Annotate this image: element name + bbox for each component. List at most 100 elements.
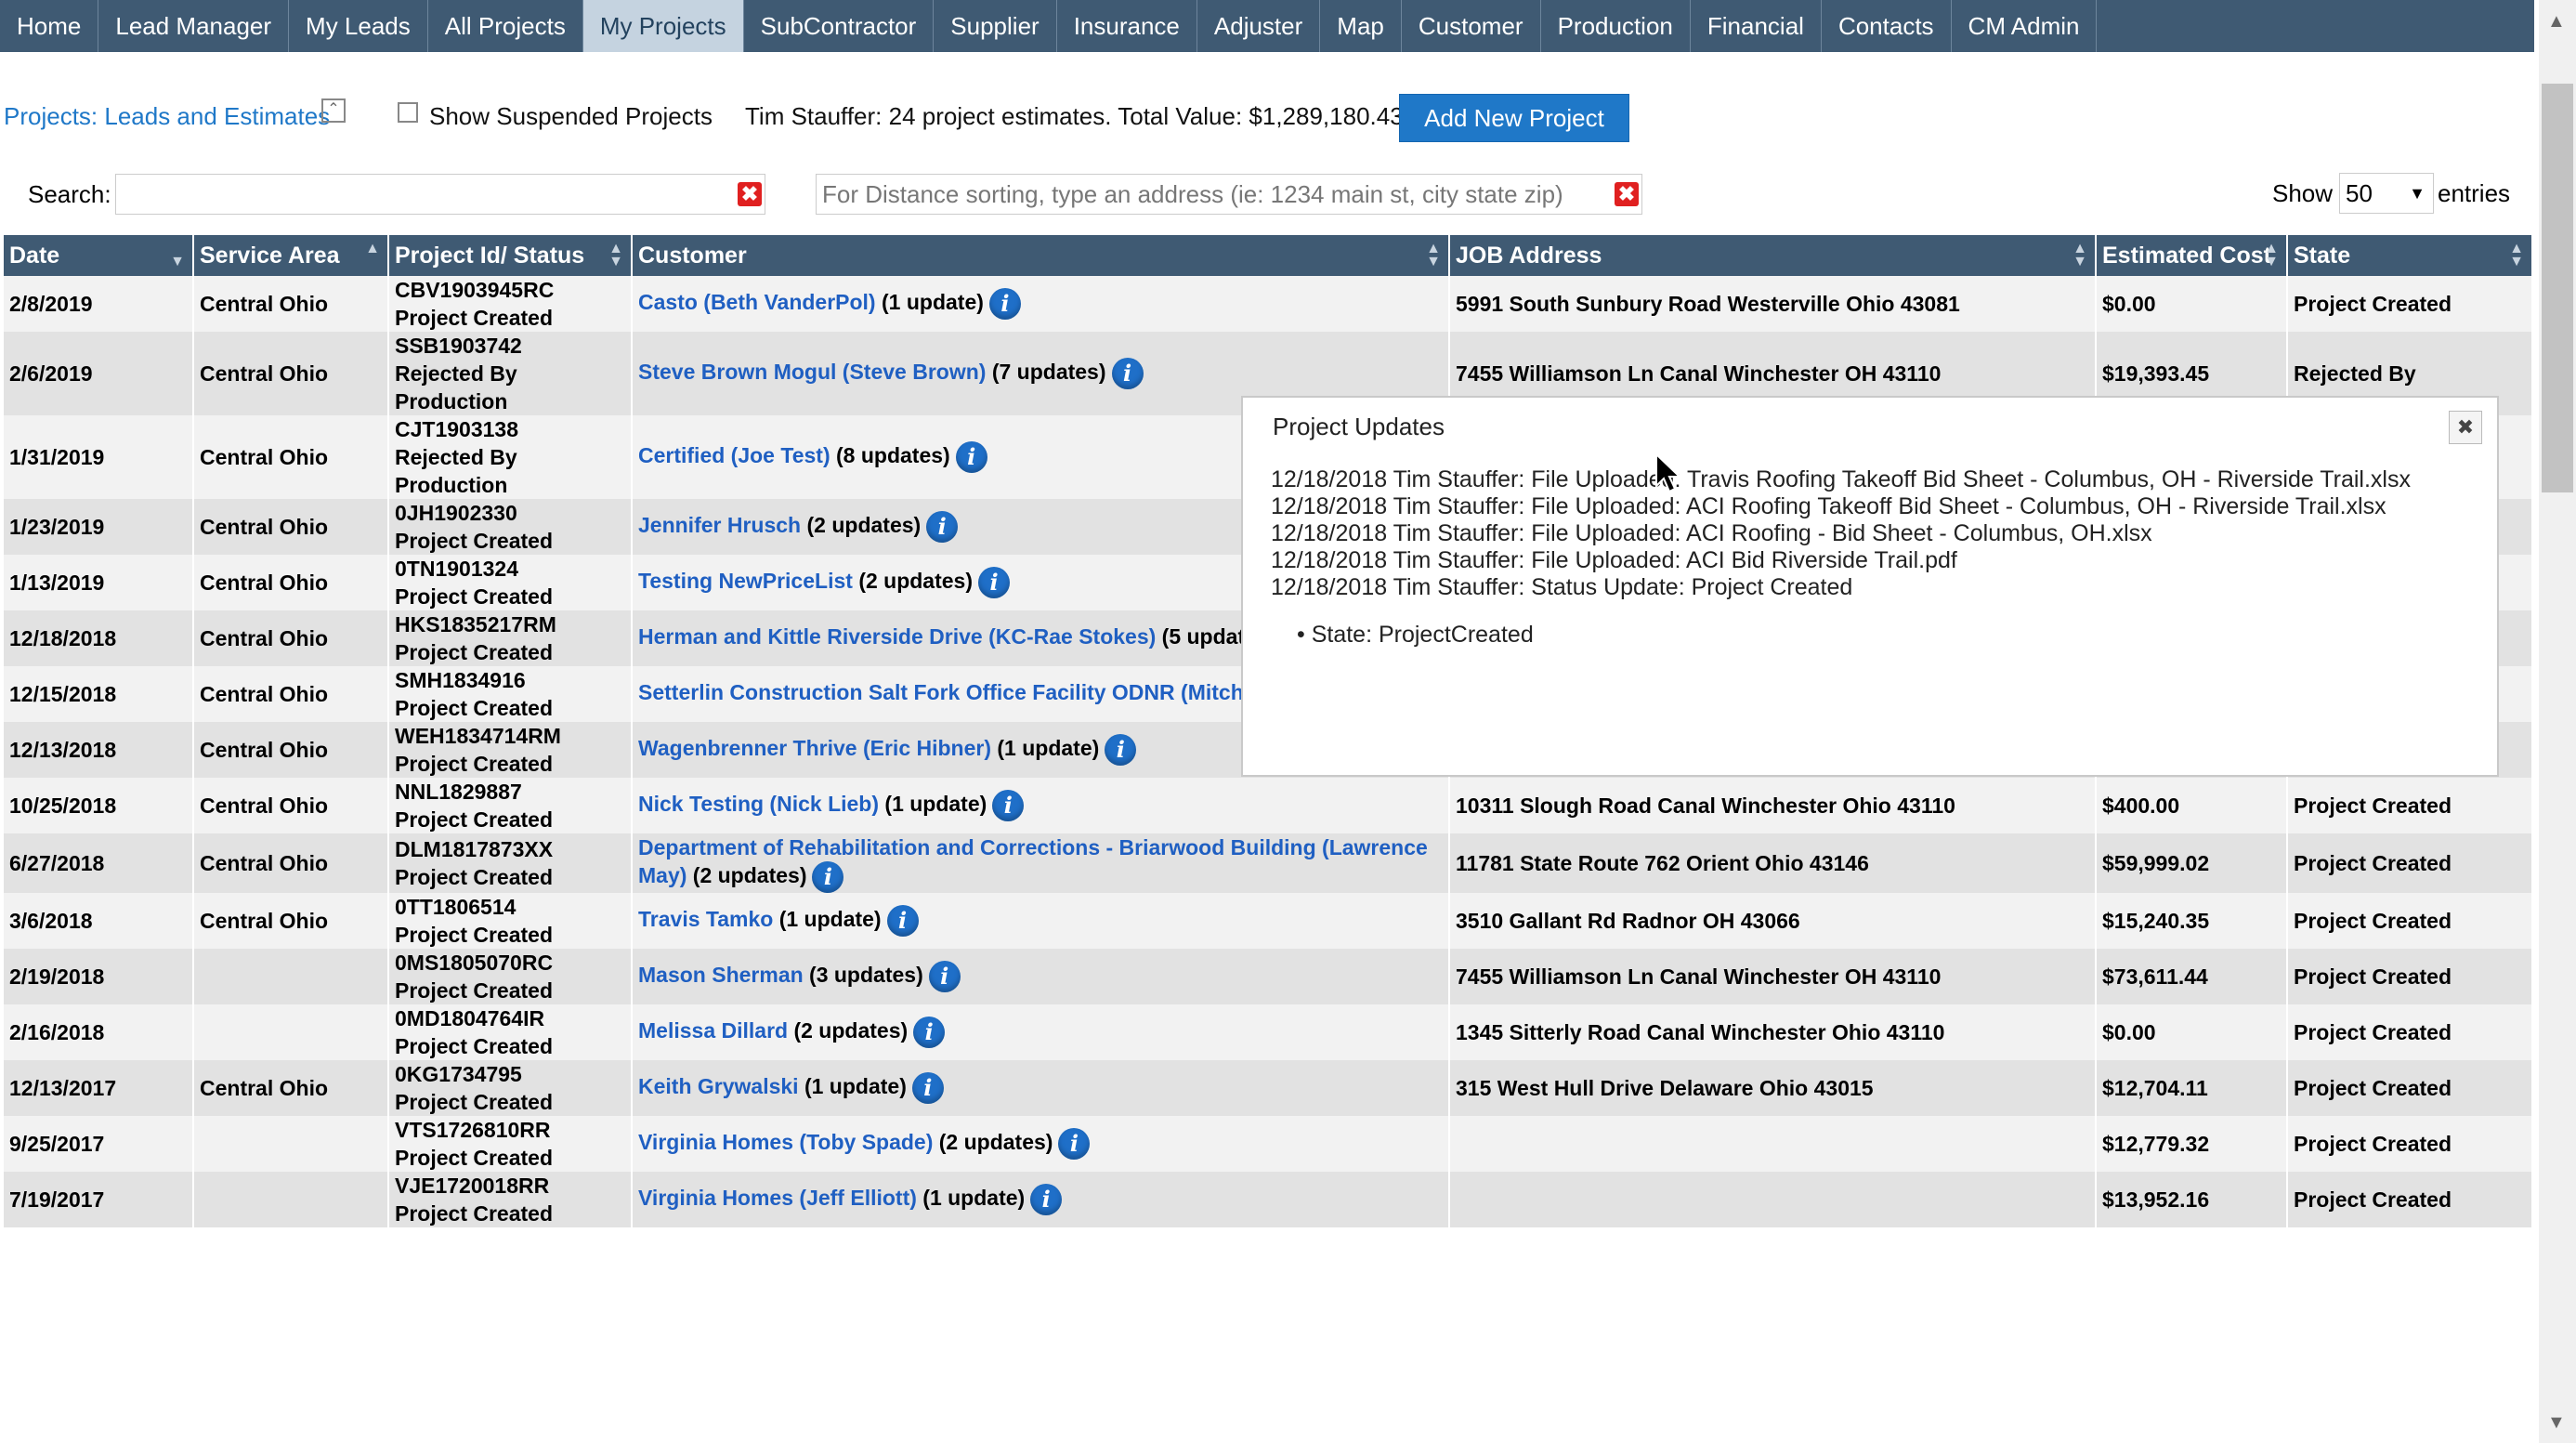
close-icon[interactable]: ✖ bbox=[2449, 411, 2482, 444]
update-count: (7 updates) bbox=[991, 360, 1106, 385]
info-icon[interactable]: i bbox=[913, 1017, 946, 1048]
column-header-job-address[interactable]: JOB Address ▲ ▼ bbox=[1449, 235, 2097, 276]
service-area-cell: Central Ohio bbox=[193, 415, 389, 499]
info-icon[interactable]: i bbox=[886, 905, 919, 937]
service-area-cell bbox=[193, 1172, 389, 1227]
table-row[interactable]: 2/16/2018 0MD1804764IR Project Created Meli… bbox=[4, 1004, 2533, 1060]
customer-link[interactable]: Keith Grywalski bbox=[638, 1074, 799, 1098]
column-header-service-area[interactable]: Service Area ▲ bbox=[193, 235, 389, 276]
update-entry: 12/18/2018 Tim Stauffer: File Uploaded: … bbox=[1271, 466, 2411, 492]
projects-leads-link[interactable]: Projects: Leads and Estimates bbox=[4, 102, 330, 131]
job-address-cell: 7455 Williamson Ln Canal Winchester OH 4… bbox=[1449, 949, 2097, 1004]
nav-item-my-projects[interactable]: My Projects bbox=[582, 0, 744, 52]
column-header-customer[interactable]: Customer ▲ ▼ bbox=[632, 235, 1450, 276]
info-icon[interactable]: i bbox=[812, 861, 844, 893]
project-id-cell: 0KG1734795 Project Created bbox=[388, 1060, 633, 1116]
nav-item-contacts[interactable]: Contacts bbox=[1822, 0, 1952, 52]
info-icon[interactable]: i bbox=[1111, 358, 1144, 389]
project-updates-dialog: Project Updates ✖ 12/18/2018 Tim Stauffe… bbox=[1241, 396, 2499, 777]
scroll-down-arrow-icon[interactable]: ▼ bbox=[2547, 1412, 2566, 1434]
customer-link[interactable]: Melissa Dillard bbox=[638, 1018, 788, 1043]
search-input[interactable] bbox=[115, 174, 765, 215]
customer-link[interactable]: Certified (Joe Test) bbox=[638, 443, 830, 467]
nav-item-customer[interactable]: Customer bbox=[1402, 0, 1541, 52]
sort-arrows-icon: ▲ ▼ bbox=[2264, 241, 2279, 269]
distance-address-input[interactable]: For Distance sorting, type an address (i… bbox=[816, 174, 1642, 215]
scroll-up-arrow-icon[interactable]: ▲ bbox=[2547, 11, 2566, 33]
nav-item-adjuster[interactable]: Adjuster bbox=[1197, 0, 1321, 52]
table-row[interactable]: 3/6/2018 Central Ohio 0TT1806514 Project Cr… bbox=[4, 893, 2533, 949]
nav-item-production[interactable]: Production bbox=[1541, 0, 1691, 52]
info-icon[interactable]: i bbox=[978, 567, 1010, 598]
project-id: CJT1903138 bbox=[395, 417, 518, 441]
project-id-cell: 0MS1805070RC Project Created bbox=[388, 949, 633, 1004]
table-row[interactable]: 9/25/2017 VTS1726810RR Project Created Virg… bbox=[4, 1116, 2533, 1172]
info-icon[interactable]: i bbox=[911, 1072, 944, 1104]
project-id-cell: VJE1720018RR Project Created bbox=[388, 1172, 633, 1227]
clear-search-icon[interactable]: ✖ bbox=[738, 182, 762, 206]
customer-link[interactable]: Herman and Kittle Riverside Drive (KC-Ra… bbox=[638, 624, 1156, 649]
info-icon[interactable]: i bbox=[926, 511, 959, 543]
entries-per-page-select[interactable]: 50 ▼ bbox=[2339, 173, 2434, 214]
nav-item-cm-admin[interactable]: CM Admin bbox=[1952, 0, 2098, 52]
nav-item-financial[interactable]: Financial bbox=[1691, 0, 1822, 52]
column-header-project-id-status[interactable]: Project Id/ Status ▲ ▼ bbox=[388, 235, 633, 276]
column-header-estimated-cost[interactable]: Estimated Cost ▲ ▼ bbox=[2096, 235, 2288, 276]
state-bullet: State: ProjectCreated bbox=[1312, 622, 2411, 649]
info-icon[interactable]: i bbox=[955, 441, 987, 473]
customer-link[interactable]: Setterlin Construction Salt Fork Office … bbox=[638, 680, 1244, 704]
info-icon[interactable]: i bbox=[992, 790, 1025, 821]
customer-link[interactable]: Travis Tamko bbox=[638, 907, 773, 931]
table-row[interactable]: 7/19/2017 VJE1720018RR Project Created Virg… bbox=[4, 1172, 2533, 1227]
nav-item-subcontractor[interactable]: SubContractor bbox=[744, 0, 935, 52]
add-new-project-button[interactable]: Add New Project bbox=[1399, 94, 1629, 142]
customer-cell: Travis Tamko (1 update) i bbox=[632, 893, 1450, 949]
table-row[interactable]: 12/13/2017 Central Ohio 0KG1734795 Project … bbox=[4, 1060, 2533, 1116]
estimated-cost-cell: $15,240.35 bbox=[2096, 893, 2288, 949]
update-count: (1 update) bbox=[778, 907, 882, 932]
customer-link[interactable]: Mason Sherman bbox=[638, 963, 804, 987]
customer-link[interactable]: Wagenbrenner Thrive (Eric Hibner) bbox=[638, 736, 991, 760]
customer-link[interactable]: Virginia Homes (Jeff Elliott) bbox=[638, 1186, 917, 1210]
project-id-cell: DLM1817873XX Project Created bbox=[388, 833, 633, 893]
nav-item-home[interactable]: Home bbox=[0, 0, 99, 52]
info-icon[interactable]: i bbox=[1058, 1128, 1091, 1160]
chevron-down-icon: ▼ bbox=[2409, 184, 2426, 203]
customer-link[interactable]: Steve Brown Mogul (Steve Brown) bbox=[638, 360, 986, 384]
mouse-cursor-icon bbox=[1655, 453, 1682, 493]
column-header-date[interactable]: Date ▼ bbox=[4, 235, 194, 276]
show-suspended-checkbox[interactable] bbox=[398, 102, 418, 123]
nav-item-all-projects[interactable]: All Projects bbox=[428, 0, 583, 52]
nav-item-insurance[interactable]: Insurance bbox=[1057, 0, 1197, 52]
customer-cell: Keith Grywalski (1 update) i bbox=[632, 1060, 1450, 1116]
customer-link[interactable]: Casto (Beth VanderPol) bbox=[638, 290, 876, 314]
project-status: Project Created bbox=[395, 306, 554, 330]
clear-address-icon[interactable]: ✖ bbox=[1615, 182, 1639, 206]
customer-link[interactable]: Testing NewPriceList bbox=[638, 569, 853, 593]
info-icon[interactable]: i bbox=[1105, 734, 1137, 766]
info-icon[interactable]: i bbox=[1030, 1184, 1063, 1215]
customer-link[interactable]: Nick Testing (Nick Lieb) bbox=[638, 792, 879, 816]
column-header-state[interactable]: State ▲ ▼ bbox=[2287, 235, 2533, 276]
service-area-cell: Central Ohio bbox=[193, 276, 389, 332]
nav-item-lead-manager[interactable]: Lead Manager bbox=[98, 0, 290, 52]
customer-link[interactable]: Jennifer Hrusch bbox=[638, 513, 801, 537]
table-row[interactable]: 2/8/2019 Central Ohio CBV1903945RC Project … bbox=[4, 276, 2533, 332]
update-count: (1 update) bbox=[884, 792, 987, 817]
nav-item-supplier[interactable]: Supplier bbox=[934, 0, 1057, 52]
info-icon[interactable]: i bbox=[988, 288, 1021, 320]
customer-link[interactable]: Virginia Homes (Toby Spade) bbox=[638, 1130, 933, 1154]
job-address-cell: 5991 South Sunbury Road Westerville Ohio… bbox=[1449, 276, 2097, 332]
project-id-cell: HKS1835217RM Project Created bbox=[388, 610, 633, 666]
table-row[interactable]: 6/27/2018 Central Ohio DLM1817873XX Project… bbox=[4, 833, 2533, 893]
nav-item-map[interactable]: Map bbox=[1320, 0, 1402, 52]
service-area-cell: Central Ohio bbox=[193, 778, 389, 833]
scroll-thumb[interactable] bbox=[2542, 84, 2573, 492]
table-row[interactable]: 10/25/2018 Central Ohio NNL1829887 Project … bbox=[4, 778, 2533, 833]
info-icon[interactable]: i bbox=[928, 961, 961, 992]
collapse-up-icon[interactable]: ⌃ bbox=[321, 98, 346, 123]
table-row[interactable]: 2/19/2018 0MS1805070RC Project Created Maso… bbox=[4, 949, 2533, 1004]
project-status: Project Created bbox=[395, 752, 554, 776]
project-id: SSB1903742 bbox=[395, 334, 522, 358]
nav-item-my-leads[interactable]: My Leads bbox=[289, 0, 428, 52]
